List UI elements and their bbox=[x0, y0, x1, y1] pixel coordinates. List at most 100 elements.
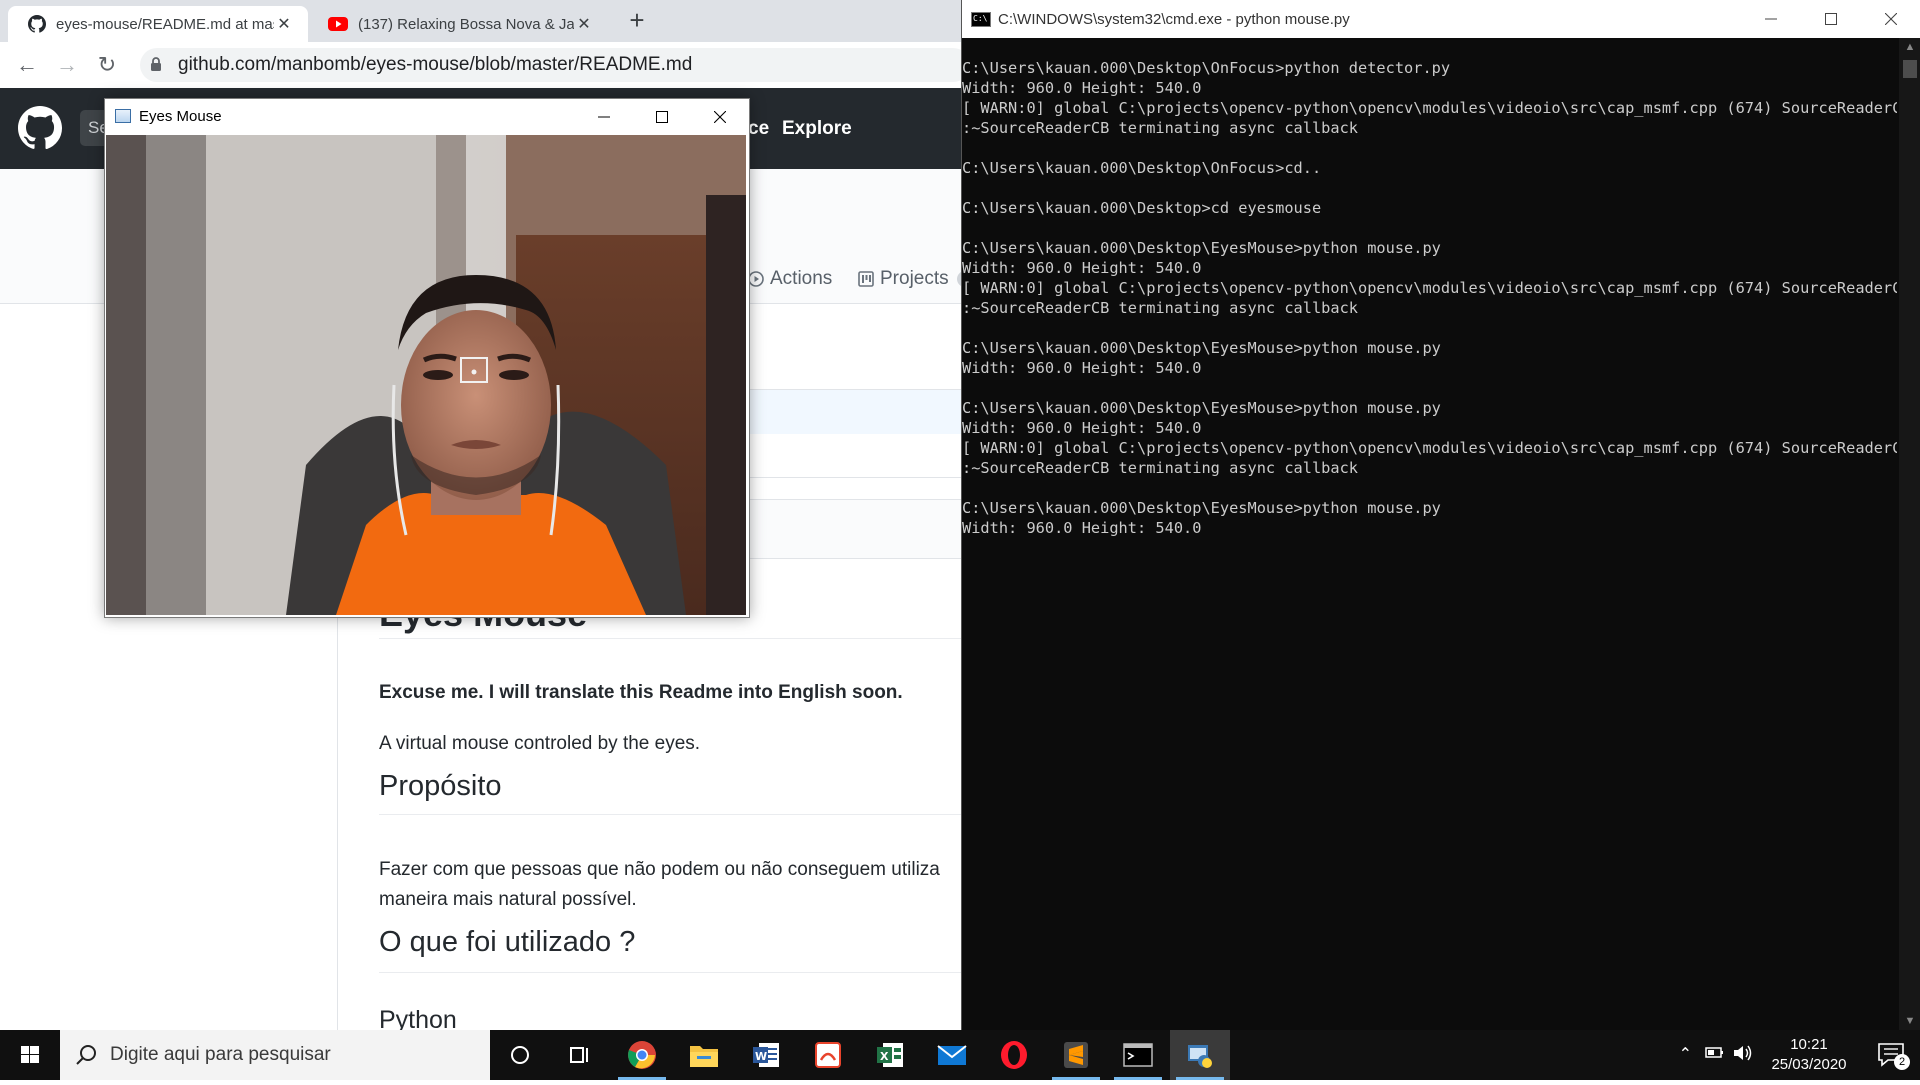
scroll-up-arrow-icon[interactable]: ▲ bbox=[1899, 38, 1920, 56]
clock-time: 10:21 bbox=[1790, 1036, 1828, 1053]
chevron-up-icon[interactable]: ⌃ bbox=[1679, 1044, 1692, 1064]
tab-title: eyes-mouse/README.md at master · manbomb… bbox=[56, 15, 274, 33]
reload-icon[interactable]: ↻ bbox=[93, 51, 121, 79]
console-line: [ WARN:0] global C:\projects\opencv-pyth… bbox=[962, 279, 1897, 297]
tab-title: (137) Relaxing Bossa Nova & Jazz Music bbox=[358, 15, 574, 33]
console-line: Width: 960.0 Height: 540.0 bbox=[962, 419, 1202, 437]
battery-icon[interactable] bbox=[1702, 1043, 1724, 1068]
forward-arrow-icon[interactable]: → bbox=[53, 51, 81, 79]
cmd-icon[interactable] bbox=[1108, 1030, 1168, 1080]
readme-intro: A virtual mouse controled by the eyes. bbox=[379, 733, 701, 754]
python-icon[interactable] bbox=[1170, 1030, 1230, 1080]
console-line: Width: 960.0 Height: 540.0 bbox=[962, 519, 1202, 537]
console-line: C:\Users\kauan.000\Desktop\OnFocus>pytho… bbox=[962, 59, 1451, 77]
console-line: C:\Users\kauan.000\Desktop>cd eyesmouse bbox=[962, 199, 1322, 217]
eyes-mouse-window: Eyes Mouse bbox=[104, 98, 750, 618]
tab-close-icon[interactable]: ✕ bbox=[274, 14, 294, 34]
heading-divider bbox=[379, 814, 961, 815]
minimize-icon[interactable] bbox=[575, 99, 633, 135]
opera-icon[interactable] bbox=[984, 1030, 1044, 1080]
tab-actions[interactable]: Actions bbox=[748, 268, 832, 290]
chrome-icon[interactable] bbox=[612, 1030, 672, 1080]
tab-projects[interactable]: Projects 0 bbox=[858, 268, 961, 290]
console-line: :~SourceReaderCB terminating async callb… bbox=[962, 299, 1359, 317]
webcam-image bbox=[106, 135, 746, 615]
play-icon bbox=[748, 271, 764, 287]
youtube-icon bbox=[328, 17, 348, 31]
back-arrow-icon[interactable]: ← bbox=[13, 51, 41, 79]
volume-icon[interactable] bbox=[1732, 1043, 1754, 1068]
console-line: [ WARN:0] global C:\projects\opencv-pyth… bbox=[962, 99, 1897, 117]
mail-icon[interactable] bbox=[922, 1030, 982, 1080]
svg-text:X: X bbox=[880, 1050, 889, 1063]
scroll-down-arrow-icon[interactable]: ▼ bbox=[1899, 1012, 1920, 1030]
notifications-button[interactable]: 2 bbox=[1872, 1038, 1912, 1072]
webcam-feed bbox=[106, 135, 746, 615]
console-output[interactable]: C:\Users\kauan.000\Desktop\OnFocus>pytho… bbox=[962, 58, 1897, 1018]
console-line: C:\Users\kauan.000\Desktop\EyesMouse>pyt… bbox=[962, 339, 1441, 357]
tab-projects-label: Projects bbox=[880, 268, 949, 289]
start-button[interactable] bbox=[0, 1030, 60, 1080]
purpose-text-line-1: Fazer com que pessoas que não podem ou n… bbox=[379, 859, 940, 880]
sublime-text-icon[interactable] bbox=[1046, 1030, 1106, 1080]
scroll-thumb[interactable] bbox=[1903, 60, 1917, 78]
maximize-icon[interactable] bbox=[633, 99, 691, 135]
nav-marketplace-partial[interactable]: ce bbox=[748, 118, 769, 140]
new-tab-button[interactable]: + bbox=[624, 7, 650, 34]
window-title-bar[interactable]: C:\ C:\WINDOWS\system32\cmd.exe - python… bbox=[962, 0, 1920, 38]
cmd-window: C:\ C:\WINDOWS\system32\cmd.exe - python… bbox=[961, 0, 1920, 1030]
cortana-icon[interactable] bbox=[490, 1030, 550, 1080]
window-title: C:\WINDOWS\system32\cmd.exe - python mou… bbox=[998, 11, 1350, 28]
browser-toolbar: ← → ↻ github.com/manbomb/eyes-mouse/blob… bbox=[0, 42, 961, 89]
console-line: :~SourceReaderCB terminating async callb… bbox=[962, 459, 1359, 477]
heading-proposito: Propósito bbox=[379, 770, 502, 802]
console-scrollbar[interactable]: ▲ ▼ bbox=[1899, 38, 1920, 1030]
notification-count-badge: 2 bbox=[1894, 1054, 1910, 1070]
task-view-icon[interactable] bbox=[550, 1030, 610, 1080]
lock-icon bbox=[151, 57, 161, 71]
console-line: Width: 960.0 Height: 540.0 bbox=[962, 259, 1202, 277]
app-window-icon bbox=[115, 109, 131, 123]
console-line: C:\Users\kauan.000\Desktop\EyesMouse>pyt… bbox=[962, 239, 1441, 257]
heading-divider bbox=[379, 972, 961, 973]
purpose-text-line-2: maneira mais natural possível. bbox=[379, 889, 637, 910]
nav-explore[interactable]: Explore bbox=[782, 118, 852, 140]
tab-close-icon[interactable]: ✕ bbox=[574, 14, 594, 34]
console-line: :~SourceReaderCB terminating async callb… bbox=[962, 119, 1359, 137]
svg-text:W: W bbox=[755, 1050, 767, 1063]
heading-o-que-foi-utilizado: O que foi utilizado ? bbox=[379, 926, 636, 958]
taskbar-search-box[interactable]: Digite aqui para pesquisar bbox=[60, 1030, 490, 1080]
close-icon[interactable] bbox=[691, 99, 749, 135]
search-icon bbox=[76, 1045, 96, 1065]
address-bar[interactable]: github.com/manbomb/eyes-mouse/blob/maste… bbox=[140, 48, 961, 82]
close-icon[interactable] bbox=[1862, 0, 1920, 38]
console-line: Width: 960.0 Height: 540.0 bbox=[962, 359, 1202, 377]
tab-github-readme[interactable]: eyes-mouse/README.md at master · manbomb… bbox=[8, 6, 308, 42]
project-board-icon bbox=[858, 271, 874, 287]
github-logo-icon[interactable] bbox=[18, 106, 62, 150]
clock[interactable]: 10:21 25/03/2020 bbox=[1764, 1035, 1854, 1075]
window-title-bar[interactable]: Eyes Mouse bbox=[105, 99, 749, 135]
console-line: C:\Users\kauan.000\Desktop\OnFocus>cd.. bbox=[962, 159, 1322, 177]
file-explorer-icon[interactable] bbox=[674, 1030, 734, 1080]
console-line: C:\Users\kauan.000\Desktop\EyesMouse>pyt… bbox=[962, 499, 1441, 517]
minimize-icon[interactable] bbox=[1742, 0, 1800, 38]
heading-divider bbox=[379, 638, 961, 639]
word-icon[interactable]: W bbox=[736, 1030, 796, 1080]
tab-strip: eyes-mouse/README.md at master · manbomb… bbox=[0, 0, 961, 42]
acrobat-icon[interactable] bbox=[798, 1030, 858, 1080]
windows-taskbar: Digite aqui para pesquisar W X ⌃ 10:21 2… bbox=[0, 1030, 1920, 1080]
excel-icon[interactable]: X bbox=[860, 1030, 920, 1080]
github-icon bbox=[28, 15, 46, 33]
console-line: C:\Users\kauan.000\Desktop\EyesMouse>pyt… bbox=[962, 399, 1441, 417]
readme-note: Excuse me. I will translate this Readme … bbox=[379, 682, 903, 703]
maximize-icon[interactable] bbox=[1802, 0, 1860, 38]
window-title: Eyes Mouse bbox=[139, 108, 222, 125]
tab-youtube[interactable]: (137) Relaxing Bossa Nova & Jazz Music ✕ bbox=[308, 6, 608, 42]
console-line: Width: 960.0 Height: 540.0 bbox=[962, 79, 1202, 97]
windows-logo-icon bbox=[21, 1046, 39, 1063]
clock-date: 25/03/2020 bbox=[1771, 1056, 1847, 1073]
